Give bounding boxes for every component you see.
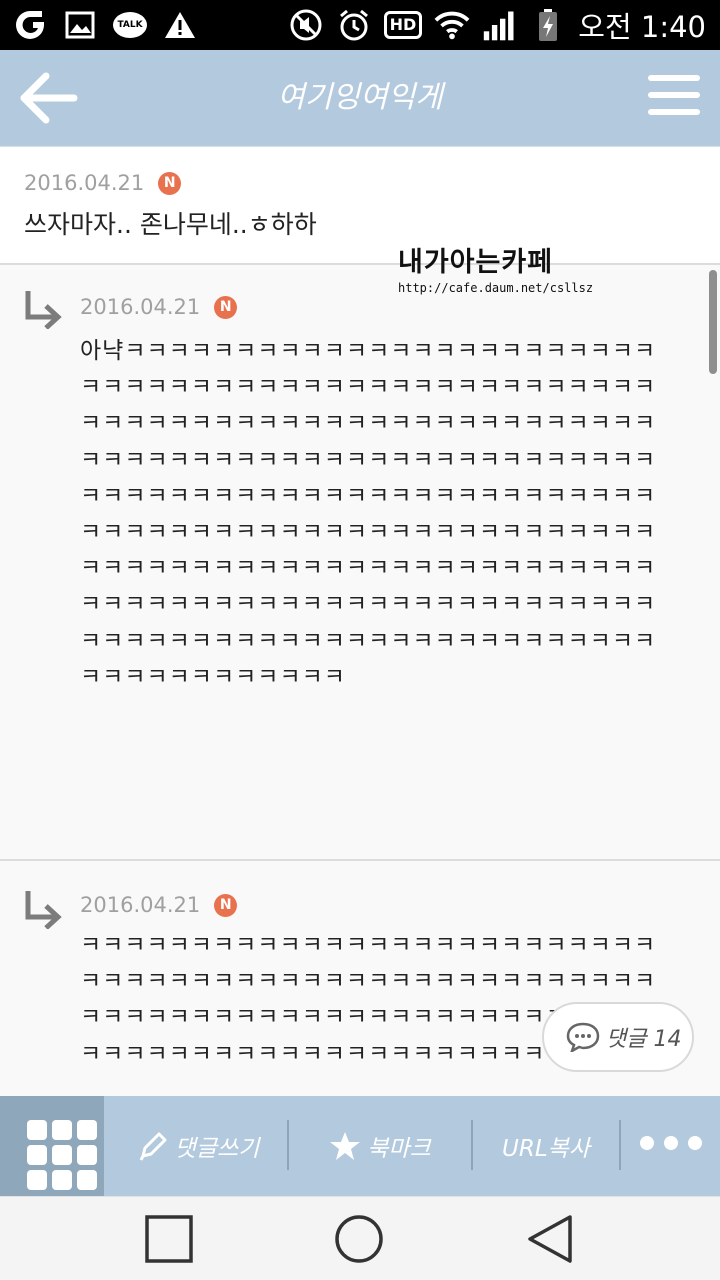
- hd-voice-badge: HD: [383, 11, 423, 39]
- app-header: 여기잉여익게: [0, 50, 720, 146]
- reply-item: 2016.04.21 N 아냑ㅋㅋㅋㅋㅋㅋㅋㅋㅋㅋㅋㅋㅋㅋㅋㅋㅋㅋㅋㅋㅋㅋㅋㅋㅋ…: [0, 265, 720, 861]
- new-badge: N: [214, 893, 238, 917]
- new-badge: N: [158, 171, 182, 195]
- warning-icon: [162, 7, 198, 43]
- comment-text: 아냑ㅋㅋㅋㅋㅋㅋㅋㅋㅋㅋㅋㅋㅋㅋㅋㅋㅋㅋㅋㅋㅋㅋㅋㅋㅋㅋㅋㅋㅋㅋㅋㅋㅋㅋㅋㅋㅋㅋ…: [80, 338, 657, 690]
- url-copy-label: URL복사: [502, 1136, 590, 1162]
- grid-icon: [27, 1120, 47, 1140]
- scrollbar[interactable]: [709, 270, 717, 374]
- back-nav-icon[interactable]: [524, 1213, 576, 1265]
- apps-grid-button[interactable]: [0, 1096, 104, 1196]
- comment-text: 쓰자마자.. 존나무네..ㅎ하하: [24, 210, 317, 239]
- hamburger-icon: [648, 75, 700, 81]
- gallery-icon: [62, 7, 98, 43]
- star-icon: [330, 1132, 361, 1160]
- bottom-toolbar: 댓글쓰기 북마크 URL복사: [0, 1096, 720, 1196]
- recent-apps-icon[interactable]: [143, 1213, 195, 1265]
- watermark-title: 내가아는카페: [398, 247, 554, 278]
- carrier-logo-icon: [12, 7, 48, 43]
- reply-arrow-icon: [25, 291, 62, 329]
- mute-icon: [288, 7, 324, 43]
- battery-charging-icon: [530, 7, 566, 43]
- arrow-left-icon: [20, 72, 78, 124]
- comment-list[interactable]: 2016.04.21 N 쓰자마자.. 존나무네..ㅎ하하 2016.04.21…: [0, 146, 720, 1096]
- watermark-url: http://cafe.daum.net/csllsz: [398, 281, 594, 295]
- write-comment-button[interactable]: 댓글쓰기: [110, 1096, 286, 1196]
- page-title: 여기잉여익게: [277, 80, 443, 115]
- new-badge: N: [214, 295, 238, 319]
- wifi-icon: [434, 7, 470, 43]
- chat-bubble-icon: [566, 1022, 600, 1052]
- more-icon: [640, 1136, 654, 1150]
- comment-date: 2016.04.21: [24, 171, 145, 195]
- clock: 오전 1:40: [578, 10, 706, 44]
- cafe-watermark: 내가아는카페 http://cafe.daum.net/csllsz: [398, 240, 593, 295]
- bookmark-button[interactable]: 북마크: [290, 1096, 470, 1196]
- url-copy-button[interactable]: URL복사: [474, 1096, 618, 1196]
- comment-date: 2016.04.21: [80, 295, 201, 319]
- talk-label: TALK: [113, 12, 147, 38]
- home-icon[interactable]: [333, 1213, 385, 1265]
- kakaotalk-icon: TALK: [112, 7, 148, 43]
- alarm-icon: [336, 7, 372, 43]
- bookmark-label: 북마크: [367, 1136, 431, 1162]
- reply-arrow-icon: [25, 891, 62, 929]
- pencil-icon: [139, 1132, 167, 1161]
- menu-button[interactable]: [648, 75, 700, 121]
- write-comment-label: 댓글쓰기: [174, 1136, 260, 1162]
- comment-count-button[interactable]: 댓글 14: [542, 1002, 694, 1072]
- more-button[interactable]: [640, 1136, 702, 1150]
- signal-icon: [482, 7, 518, 43]
- comment-item: 2016.04.21 N 쓰자마자.. 존나무네..ㅎ하하: [0, 147, 720, 265]
- back-button[interactable]: [16, 70, 78, 126]
- comment-date: 2016.04.21: [80, 893, 201, 917]
- status-bar: TALK HD 오전 1:40: [0, 0, 720, 50]
- comment-count-label: 댓글 14: [606, 1027, 682, 1052]
- system-nav-bar: [0, 1196, 720, 1280]
